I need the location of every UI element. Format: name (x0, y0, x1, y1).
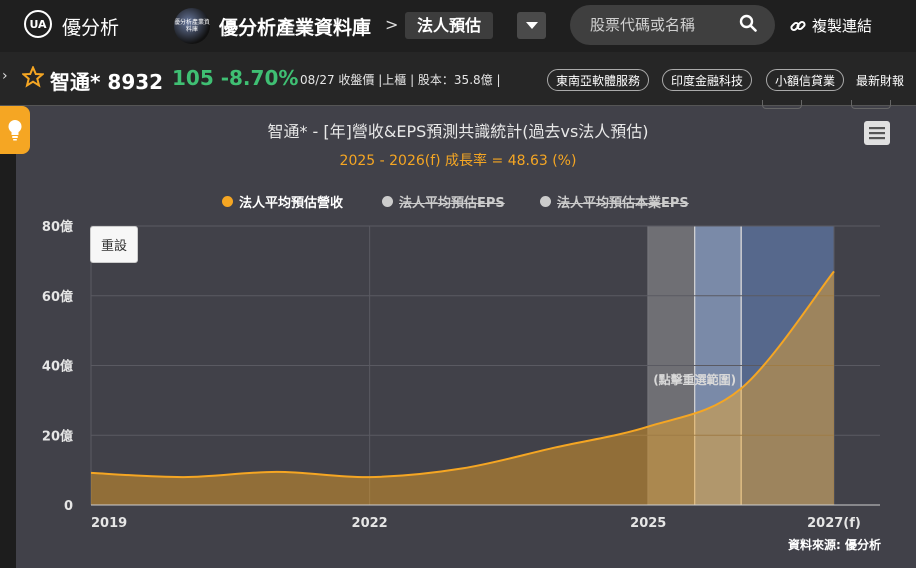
legend-label: 法人平均預估EPS (399, 196, 505, 211)
data-source: 資料來源: 優分析 (788, 538, 881, 552)
y-tick-label: 40億 (42, 359, 73, 375)
reset-zoom-button[interactable]: 重設 (90, 226, 138, 263)
chart-title: 智通* - [年]營收&EPS預測共識統計(過去vs法人預估) (267, 122, 649, 141)
x-tick-label: 2027(f) (807, 516, 861, 531)
revenue-chart[interactable]: 0 20億 40億 60億 80億 2019 2022 2025 2027(f) (點擊重選範圍) (0, 0, 916, 568)
chart-menu-icon[interactable] (863, 120, 891, 146)
legend-item-revenue[interactable]: 法人平均預估營收 (222, 192, 343, 211)
range-select-hint: (點擊重選範圍) (653, 372, 736, 387)
y-tick-label: 0 (64, 499, 73, 514)
legend-item-core-eps[interactable]: 法人平均預估本業EPS (540, 192, 689, 211)
x-tick-label: 2025 (630, 516, 666, 531)
legend-label: 法人平均預估本業EPS (557, 196, 689, 211)
chart-subtitle: 2025 - 2026(f) 成長率 = 48.63 (%) (339, 153, 577, 169)
legend-marker (222, 196, 233, 207)
y-tick-label: 80億 (42, 219, 73, 235)
legend-item-eps[interactable]: 法人平均預估EPS (382, 192, 505, 211)
legend-marker (382, 196, 393, 207)
x-tick-label: 2019 (91, 516, 127, 531)
y-tick-label: 60億 (42, 289, 73, 305)
legend-marker (540, 196, 551, 207)
y-tick-label: 20億 (42, 428, 73, 444)
x-tick-label: 2022 (352, 516, 388, 531)
legend-label: 法人平均預估營收 (239, 196, 344, 211)
